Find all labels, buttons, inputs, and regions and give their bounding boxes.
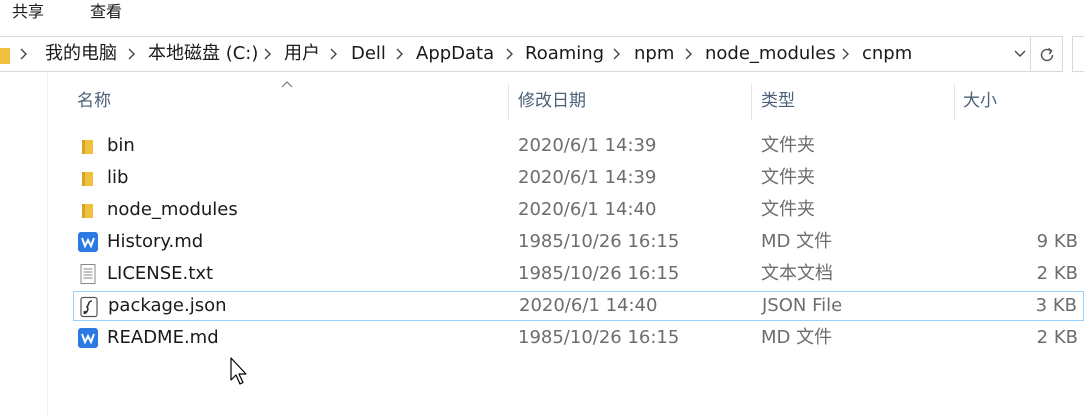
breadcrumb-separator-icon[interactable] (611, 37, 625, 71)
breadcrumb-item[interactable]: AppData (416, 37, 494, 71)
breadcrumb-item[interactable]: npm (634, 37, 674, 71)
file-date: 1985/10/26 16:15 (518, 327, 680, 348)
wps-doc-icon (78, 328, 98, 348)
search-box[interactable] (1072, 36, 1084, 72)
file-type: 文件夹 (761, 199, 815, 220)
file-date: 2020/6/1 14:39 (518, 167, 657, 188)
breadcrumb-item[interactable]: 本地磁盘 (C:) (148, 37, 258, 71)
file-name: LICENSE.txt (107, 263, 214, 284)
address-history-dropdown[interactable] (1010, 37, 1030, 71)
file-name: package.json (108, 295, 227, 316)
breadcrumb-item[interactable]: cnpm (862, 37, 912, 71)
wps-doc-icon (78, 232, 98, 252)
refresh-button[interactable] (1031, 36, 1063, 72)
chevron-down-icon (1014, 50, 1026, 57)
refresh-icon (1040, 47, 1054, 62)
column-header-name[interactable]: 名称 (77, 84, 111, 118)
file-row[interactable]: node_modules 2020/6/1 14:40 文件夹 (73, 195, 1084, 225)
text-file-icon (80, 264, 96, 284)
breadcrumb[interactable]: 我的电脑 本地磁盘 (C:) 用户 Dell AppData Roaming n… (0, 36, 1031, 72)
file-type: MD 文件 (761, 231, 833, 252)
column-divider[interactable] (508, 84, 509, 120)
file-size: 9 KB (1036, 231, 1078, 252)
address-bar: 我的电脑 本地磁盘 (C:) 用户 Dell AppData Roaming n… (0, 36, 1084, 72)
breadcrumb-item[interactable]: 我的电脑 (45, 37, 117, 71)
mouse-cursor-icon (230, 357, 247, 385)
breadcrumb-separator-icon[interactable] (18, 37, 32, 71)
column-divider[interactable] (751, 84, 752, 120)
folder-icon (0, 48, 10, 64)
ribbon-tab-share[interactable]: 共享 (12, 0, 44, 26)
file-date: 2020/6/1 14:40 (519, 295, 658, 316)
file-name: README.md (107, 327, 219, 348)
column-divider[interactable] (954, 84, 955, 120)
breadcrumb-item[interactable]: 用户 (284, 37, 320, 71)
file-row[interactable]: bin 2020/6/1 14:39 文件夹 (73, 131, 1084, 161)
breadcrumb-item[interactable]: Dell (351, 37, 386, 71)
file-type: 文件夹 (761, 167, 815, 188)
file-type: 文本文档 (761, 263, 833, 284)
file-name: History.md (107, 231, 204, 252)
file-row[interactable]: History.md 1985/10/26 16:15 MD 文件 9 KB (73, 227, 1084, 257)
file-date: 1985/10/26 16:15 (518, 231, 680, 252)
ribbon-tab-view[interactable]: 查看 (90, 0, 122, 26)
file-type: MD 文件 (761, 327, 833, 348)
file-row-selected[interactable]: package.json 2020/6/1 14:40 JSON File 3 … (73, 291, 1084, 321)
sort-ascending-icon (281, 81, 293, 88)
column-header-size[interactable]: 大小 (963, 84, 997, 118)
breadcrumb-separator-icon[interactable] (840, 37, 854, 71)
ribbon: 共享 查看 (0, 0, 1084, 30)
file-size: 3 KB (1035, 295, 1077, 316)
folder-icon (82, 140, 93, 154)
breadcrumb-separator-icon[interactable] (504, 37, 518, 71)
breadcrumb-separator-icon[interactable] (328, 37, 342, 71)
breadcrumb-separator-icon[interactable] (394, 37, 408, 71)
file-date: 2020/6/1 14:40 (518, 199, 657, 220)
json-file-icon (80, 296, 98, 318)
file-row[interactable]: LICENSE.txt 1985/10/26 16:15 文本文档 2 KB (73, 259, 1084, 289)
column-header-type[interactable]: 类型 (761, 84, 795, 118)
breadcrumb-separator-icon[interactable] (126, 37, 140, 71)
file-row[interactable]: README.md 1985/10/26 16:15 MD 文件 2 KB (73, 323, 1084, 353)
file-name: node_modules (107, 199, 238, 220)
file-date: 2020/6/1 14:39 (518, 135, 657, 156)
folder-icon (82, 204, 93, 218)
breadcrumb-item[interactable]: Roaming (525, 37, 604, 71)
file-type: JSON File (762, 295, 843, 316)
column-header-date[interactable]: 修改日期 (518, 84, 586, 118)
file-name: lib (107, 167, 129, 188)
folder-icon (82, 172, 93, 186)
file-type: 文件夹 (761, 135, 815, 156)
breadcrumb-item[interactable]: node_modules (705, 37, 836, 71)
file-date: 1985/10/26 16:15 (518, 263, 680, 284)
file-row[interactable]: lib 2020/6/1 14:39 文件夹 (73, 163, 1084, 193)
file-size: 2 KB (1036, 327, 1078, 348)
file-name: bin (107, 135, 135, 156)
breadcrumb-separator-icon[interactable] (683, 37, 697, 71)
breadcrumb-separator-icon[interactable] (262, 37, 276, 71)
file-size: 2 KB (1036, 263, 1078, 284)
navigation-pane-edge (47, 72, 48, 416)
